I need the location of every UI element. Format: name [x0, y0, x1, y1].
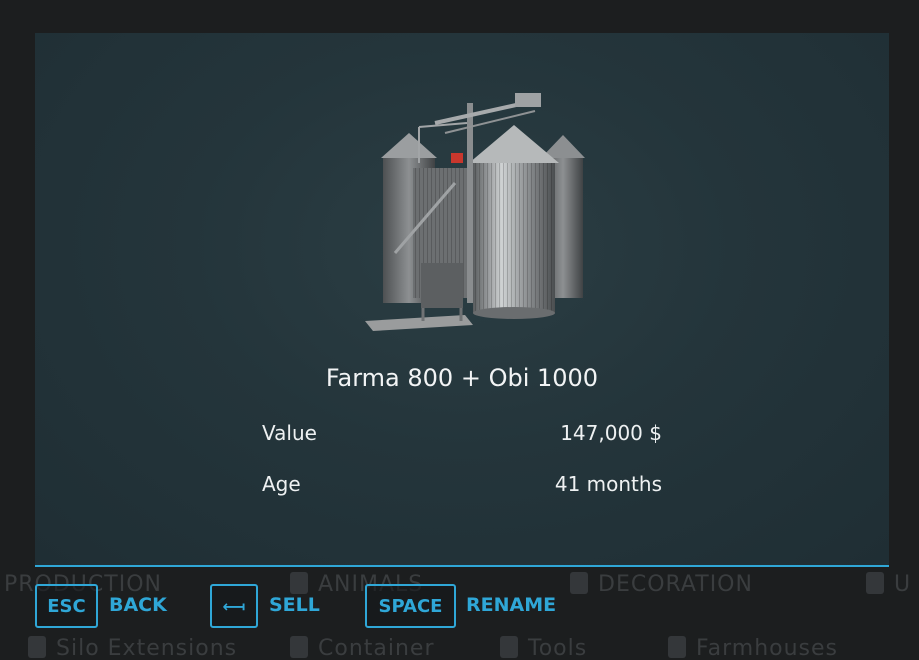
bg-sub-silo-extensions: Silo Extensions [28, 636, 237, 660]
tools-icon [500, 636, 518, 658]
item-detail-dialog: Farma 800 + Obi 1000 Value 147,000 $ Age… [35, 33, 889, 567]
back-button[interactable]: BACK [109, 594, 167, 616]
bg-sub-farmhouses: Farmhouses [668, 636, 838, 660]
enter-arrow-icon: ⟻ [222, 596, 246, 616]
game-screen: PRODUCTION ANIMALS DECORATION U Silo Ext… [0, 0, 919, 660]
silo-illustration [365, 93, 585, 331]
rename-button[interactable]: RENAME [466, 594, 556, 616]
value-amount: 147,000 $ [560, 421, 662, 445]
bg-category-decoration: DECORATION [570, 572, 753, 597]
esc-key-button[interactable]: ESC [35, 584, 98, 628]
sell-button[interactable]: SELL [269, 594, 320, 616]
background-subcategory-row: Silo Extensions Container Tools Farmhous… [0, 636, 919, 660]
space-key-button[interactable]: SPACE [365, 584, 456, 628]
top-bar [0, 0, 919, 30]
enter-key-button[interactable]: ⟻ [210, 584, 258, 628]
item-name: Farma 800 + Obi 1000 [325, 364, 599, 392]
age-label: Age [262, 472, 301, 496]
container-icon [290, 636, 308, 658]
silo-extension-icon [28, 636, 46, 658]
bg-sub-container: Container [290, 636, 435, 660]
animals-icon [290, 572, 308, 594]
more-icon [866, 572, 884, 594]
decoration-icon [570, 572, 588, 594]
age-value: 41 months [554, 472, 662, 496]
bg-category-more: U [866, 572, 911, 597]
value-label: Value [262, 421, 317, 445]
farmhouse-icon [668, 636, 686, 658]
bg-sub-tools: Tools [500, 636, 587, 660]
